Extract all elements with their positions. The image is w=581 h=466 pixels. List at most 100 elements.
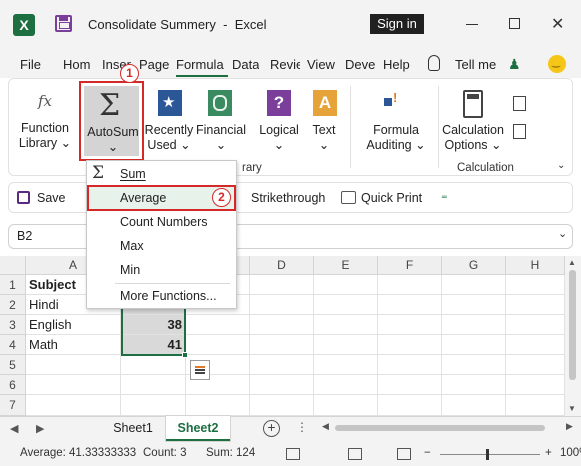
cell-h1[interactable] [506,275,565,295]
tab-split-handle-icon[interactable]: ⋮ [296,420,308,434]
sheet-tab-sheet1[interactable]: Sheet1 [102,416,164,441]
name-box[interactable]: B2 [17,229,32,243]
page-break-view-icon[interactable] [397,448,411,460]
cell-c3[interactable] [186,315,250,335]
cell-f6[interactable] [378,375,442,395]
cell-h3[interactable] [506,315,565,335]
cell-d6[interactable] [250,375,314,395]
column-header-d[interactable]: D [250,256,314,275]
cell-d1[interactable] [250,275,314,295]
cell-a4[interactable]: Math [26,335,121,355]
hscroll-right-icon[interactable]: ▶ [566,421,573,432]
cell-d7[interactable] [250,395,314,416]
tab-data[interactable]: Data [232,57,259,72]
collapse-ribbon-icon[interactable]: ⌄ [557,160,565,171]
cell-c4[interactable] [186,335,250,355]
menu-item-sum[interactable]: Sum [120,167,146,181]
row-header-6[interactable]: 6 [0,375,26,395]
zoom-slider-knob[interactable] [486,449,489,460]
cell-a7[interactable] [26,395,121,416]
cell-b7[interactable] [121,395,186,416]
expand-formula-bar-icon[interactable]: ⌄ [558,227,567,240]
zoom-level[interactable]: 100% [560,447,581,459]
calculate-sheet-icon[interactable] [513,124,526,139]
tab-page-layout[interactable]: Page [139,57,169,72]
horizontal-scroll-thumb[interactable] [335,425,545,431]
column-header-f[interactable]: F [378,256,442,275]
sign-in-button[interactable]: Sign in [370,14,424,34]
sheet-tab-sheet2[interactable]: Sheet2 [166,416,230,441]
cell-g5[interactable] [442,355,506,375]
cell-a5[interactable] [26,355,121,375]
zoom-slider-track[interactable] [440,454,540,455]
cell-h6[interactable] [506,375,565,395]
cell-a6[interactable] [26,375,121,395]
tab-view[interactable]: View [307,57,335,72]
cell-f5[interactable] [378,355,442,375]
cell-f3[interactable] [378,315,442,335]
cell-h5[interactable] [506,355,565,375]
column-header-h[interactable]: H [506,256,565,275]
scroll-down-icon[interactable]: ▼ [568,404,576,413]
save-icon[interactable] [55,15,72,32]
tab-developer[interactable]: Deve [345,57,375,72]
cell-g3[interactable] [442,315,506,335]
lightbulb-icon[interactable] [428,55,440,71]
qat-strikethrough-button[interactable]: Strikethrough [251,191,325,205]
sheet-nav-prev-icon[interactable]: ◀ [10,422,18,435]
row-header-1[interactable]: 1 [0,275,26,295]
cell-e3[interactable] [314,315,378,335]
fill-handle[interactable] [182,352,188,358]
menu-item-max[interactable]: Max [120,239,144,253]
cell-d2[interactable] [250,295,314,315]
vertical-scroll-thumb[interactable] [569,270,576,380]
column-header-g[interactable]: G [442,256,506,275]
menu-item-count-numbers[interactable]: Count Numbers [120,215,208,229]
cell-h7[interactable] [506,395,565,416]
cell-e1[interactable] [314,275,378,295]
qat-customize-icon[interactable]: ⁼ [441,191,448,206]
cell-e4[interactable] [314,335,378,355]
cell-b5[interactable] [121,355,186,375]
row-header-3[interactable]: 3 [0,315,26,335]
tab-review[interactable]: Revie [270,57,300,72]
qat-save-button[interactable]: Save [37,191,66,205]
calculation-options-button[interactable]: Calculation Options ⌄ [441,123,505,153]
insert-function-button[interactable]: Function Library ⌄ [16,121,74,151]
select-all-corner[interactable] [0,256,26,275]
cell-g6[interactable] [442,375,506,395]
sheet-nav-next-icon[interactable]: ▶ [36,422,44,435]
cell-e5[interactable] [314,355,378,375]
cell-g4[interactable] [442,335,506,355]
cell-g1[interactable] [442,275,506,295]
cell-c7[interactable] [186,395,250,416]
cell-f2[interactable] [378,295,442,315]
cell-d5[interactable] [250,355,314,375]
cell-h4[interactable] [506,335,565,355]
tab-formulas[interactable]: Formula [176,57,230,72]
quick-analysis-icon[interactable] [190,360,210,380]
row-header-5[interactable]: 5 [0,355,26,375]
cell-h2[interactable] [506,295,565,315]
cell-f7[interactable] [378,395,442,416]
cell-a3[interactable]: English [26,315,121,335]
cell-e6[interactable] [314,375,378,395]
add-sheet-button[interactable]: + [263,420,280,437]
recently-used-button[interactable]: Recently Used ⌄ [142,123,196,153]
cell-d3[interactable] [250,315,314,335]
qat-quick-print-button[interactable]: Quick Print [361,191,422,205]
feedback-smiley-icon[interactable] [548,55,566,73]
cell-e7[interactable] [314,395,378,416]
hscroll-left-icon[interactable]: ◀ [322,421,329,432]
scroll-up-icon[interactable]: ▲ [568,258,576,267]
logical-button[interactable]: Logical ⌄ [254,123,304,153]
menu-item-more-functions[interactable]: More Functions... [120,289,217,303]
cell-b6[interactable] [121,375,186,395]
close-icon[interactable]: ✕ [551,14,564,34]
cell-f4[interactable] [378,335,442,355]
row-header-4[interactable]: 4 [0,335,26,355]
financial-button[interactable]: Financial ⌄ [195,123,247,153]
tab-file[interactable]: File [20,57,41,72]
column-header-e[interactable]: E [314,256,378,275]
cell-d4[interactable] [250,335,314,355]
